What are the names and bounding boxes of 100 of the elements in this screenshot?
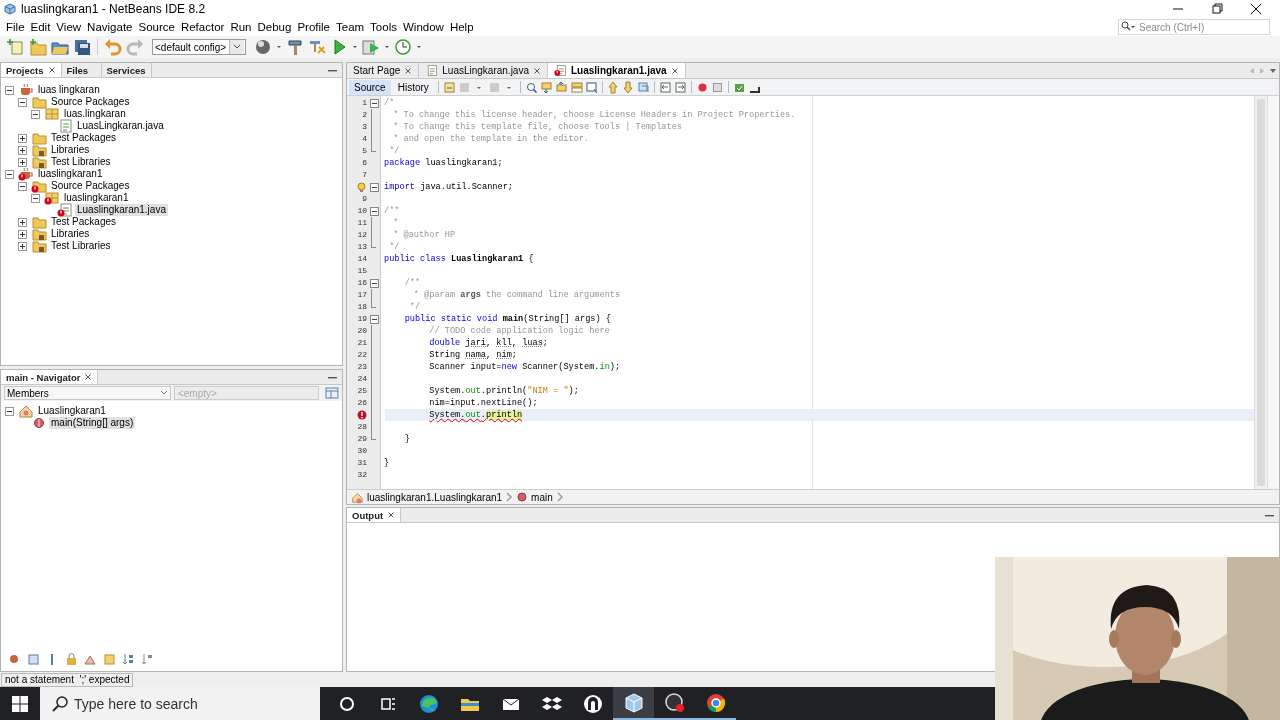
panel-tab[interactable]: main - Navigator	[1, 370, 99, 384]
panel-tab[interactable]: Output	[347, 508, 402, 522]
code-line: import java.util.Scanner;	[383, 181, 514, 193]
close-icon[interactable]	[1248, 3, 1264, 15]
expand-icon[interactable]	[18, 145, 27, 155]
close-icon[interactable]	[670, 66, 679, 75]
collapse-icon[interactable]	[18, 181, 27, 191]
close-icon[interactable]	[533, 66, 541, 75]
chevron-icon[interactable]	[555, 491, 564, 503]
hammer-icon[interactable]	[286, 38, 304, 56]
tree-item[interactable]: Test Libraries	[49, 156, 113, 168]
config-dropdown[interactable]: <default config>	[152, 39, 246, 55]
windows-icon[interactable]	[12, 695, 28, 712]
tree-item[interactable]: Luaslingkaran1.java	[75, 204, 168, 216]
line-number: 28	[356, 421, 367, 433]
line-number: 12	[356, 229, 367, 241]
menu-item[interactable]: Help	[446, 21, 477, 33]
members-dropdown[interactable]: Members	[4, 386, 171, 400]
taskbar-button[interactable]	[613, 687, 654, 720]
tree-item[interactable]: Test Packages	[49, 132, 119, 144]
expand-icon[interactable]	[18, 241, 27, 251]
menu-item[interactable]: Edit	[27, 21, 54, 33]
menu-item[interactable]: Tools	[367, 21, 400, 33]
view-tab[interactable]: Source	[349, 79, 391, 95]
line-number: 22	[356, 349, 367, 361]
panel-tab[interactable]: Files	[61, 63, 102, 77]
menu-item[interactable]: Window	[399, 21, 447, 33]
new-project-icon[interactable]	[29, 38, 47, 56]
globe-icon[interactable]	[254, 38, 272, 56]
search-icon[interactable]	[524, 80, 538, 94]
panel-tab[interactable]: Projects	[1, 63, 62, 77]
expand-icon[interactable]	[18, 133, 27, 143]
save-icon[interactable]	[73, 38, 91, 56]
taskbar-search-field[interactable]: Type here to search	[40, 687, 320, 720]
editor-tab[interactable]: Start Page	[347, 63, 420, 78]
tree-item[interactable]: luas lingkaran	[36, 84, 102, 96]
close-icon[interactable]	[84, 373, 93, 381]
collapse-icon[interactable]	[5, 85, 14, 95]
stop-icon[interactable]	[710, 80, 724, 94]
collapse-icon[interactable]	[31, 193, 40, 203]
menu-item[interactable]: Run	[227, 21, 255, 33]
tree-item[interactable]: Test Packages	[49, 216, 119, 228]
fold-icon[interactable]	[369, 278, 379, 288]
new-file-icon[interactable]	[7, 38, 25, 56]
shift-right-icon[interactable]	[673, 80, 687, 94]
menu-item[interactable]: View	[53, 21, 85, 33]
panel-tab[interactable]: Services	[101, 63, 152, 77]
line-number: 21	[356, 337, 367, 349]
tree-item[interactable]: Test Libraries	[49, 240, 113, 252]
tree-item[interactable]: Source Packages	[49, 180, 132, 192]
line-number: 29	[356, 433, 367, 445]
tree-item[interactable]: Source Packages	[49, 96, 132, 108]
tree-item[interactable]: main(String[] args)	[49, 417, 136, 429]
code-line: /**	[383, 205, 401, 217]
close-icon[interactable]	[47, 66, 56, 74]
expand-icon[interactable]	[18, 157, 27, 167]
fold-icon[interactable]	[369, 98, 379, 108]
editor-tab[interactable]: Luaslingkaran1.java	[548, 63, 686, 78]
code-line: */	[388, 145, 401, 157]
close-icon[interactable]	[387, 511, 396, 519]
menu-item[interactable]: Source	[135, 21, 178, 33]
restore-icon[interactable]	[1209, 3, 1225, 15]
line-number: 25	[356, 385, 367, 397]
tree-item[interactable]: luas.lingkaran	[62, 108, 128, 120]
search-field[interactable]: Search (Ctrl+I)	[1118, 19, 1270, 35]
menu-item[interactable]: Team	[333, 21, 368, 33]
fold-icon[interactable]	[369, 206, 379, 216]
search-icon	[52, 696, 68, 712]
breadcrumb-item[interactable]: main	[531, 491, 553, 503]
menu-item[interactable]: Navigate	[84, 21, 136, 33]
collapse-icon[interactable]	[31, 109, 40, 119]
shift-left-icon[interactable]	[658, 80, 672, 94]
breadcrumb-item[interactable]: luaslingkaran1.Luaslingkaran1	[367, 491, 503, 503]
tree-item[interactable]: Libraries	[49, 144, 92, 156]
tree-item[interactable]: luaslingkaran1	[36, 168, 105, 180]
menu-item[interactable]: Refactor	[177, 21, 228, 33]
fold-icon[interactable]	[369, 182, 379, 192]
sort-icon[interactable]	[140, 652, 155, 667]
layout-icon[interactable]	[325, 387, 339, 399]
fold-icon[interactable]	[369, 314, 379, 324]
expand-icon[interactable]	[18, 229, 27, 239]
tree-item[interactable]: luaslingkaran1	[62, 192, 131, 204]
expand-icon[interactable]	[18, 217, 27, 227]
tree-item[interactable]: LuasLingkaran.java	[75, 120, 166, 132]
collapse-icon[interactable]	[5, 406, 14, 416]
error-icon	[357, 410, 367, 420]
chevron-icon[interactable]	[505, 491, 514, 503]
scroll-bar[interactable]	[1254, 96, 1267, 489]
menu-item[interactable]: Debug	[254, 21, 295, 33]
line-number: 30	[356, 445, 367, 457]
cube-icon	[4, 3, 16, 15]
tree-item[interactable]: Luaslingkaran1	[36, 405, 108, 417]
menu-item[interactable]: Profile	[294, 21, 333, 33]
collapse-icon[interactable]	[5, 169, 14, 179]
close-icon[interactable]	[404, 66, 413, 75]
sort-icon[interactable]	[121, 652, 136, 667]
view-tab[interactable]: History	[392, 79, 434, 95]
menu-item[interactable]: File	[3, 21, 28, 33]
tree-item[interactable]: Libraries	[49, 228, 92, 240]
collapse-icon[interactable]	[18, 97, 27, 107]
